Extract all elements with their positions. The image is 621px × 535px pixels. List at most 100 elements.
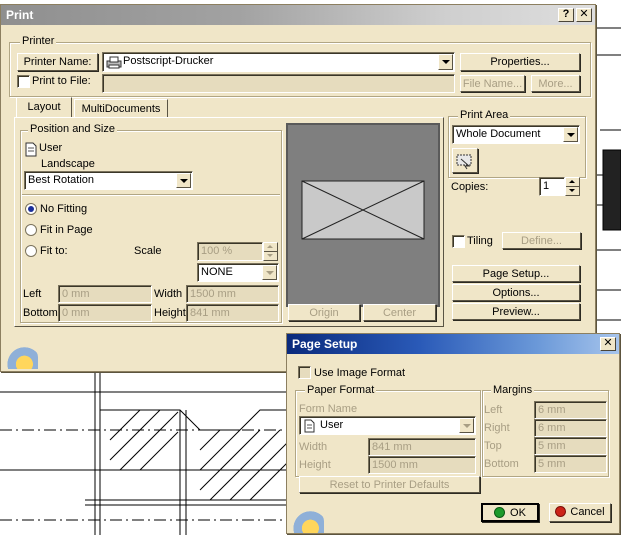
chevron-down-icon[interactable]	[262, 265, 277, 280]
select-area-icon	[456, 154, 472, 170]
print-to-file-checkbox[interactable]	[17, 75, 30, 88]
reset-to-printer-defaults-button[interactable]: Reset to Printer Defaults	[299, 476, 480, 493]
cancel-label: Cancel	[570, 506, 605, 518]
define-button[interactable]: Define...	[502, 232, 581, 249]
app-logo	[4, 345, 38, 369]
chevron-down-icon[interactable]	[438, 54, 453, 70]
bottom-field[interactable]: 0 mm	[58, 304, 152, 322]
fit-to-radio[interactable]	[25, 245, 37, 257]
no-fitting-label: No Fitting	[40, 203, 88, 215]
chevron-down-icon[interactable]	[176, 173, 191, 188]
paper-format-label: Paper Format	[305, 384, 377, 396]
copies-field[interactable]: 1	[539, 177, 565, 196]
print-area-label: Print Area	[458, 109, 511, 121]
spin-down-icon[interactable]	[264, 252, 277, 261]
cancel-button[interactable]: Cancel	[549, 503, 611, 522]
options-button[interactable]: Options...	[452, 284, 580, 301]
width-value: 1500 mm	[190, 288, 236, 300]
paper-width-field[interactable]: 841 mm	[368, 438, 476, 456]
chevron-down-icon[interactable]	[459, 418, 474, 433]
copies-value: 1	[543, 180, 550, 192]
print-to-file-label: Print to File:	[32, 75, 91, 87]
fit-select[interactable]: NONE	[197, 263, 279, 282]
margin-top-field[interactable]: 5 mm	[534, 437, 607, 455]
tab-layout-label: Layout	[27, 101, 61, 113]
margin-left-field[interactable]: 6 mm	[534, 401, 607, 419]
printer-name-value: Postscript-Drucker	[123, 55, 214, 67]
printer-group-label: Printer	[20, 35, 57, 47]
print-dialog-titlebar[interactable]: Print	[1, 5, 595, 25]
tiling-label: Tiling	[467, 235, 493, 247]
use-image-format-checkbox[interactable]	[298, 366, 311, 379]
height-field[interactable]: 841 mm	[186, 304, 279, 322]
margin-left-value: 6 mm	[538, 404, 566, 416]
scale-label: Scale	[134, 245, 162, 257]
print-area-select[interactable]: Whole Document	[452, 125, 580, 144]
spin-up-icon[interactable]	[264, 243, 277, 252]
page-setup-titlebar[interactable]: Page Setup	[287, 334, 619, 354]
file-name-button[interactable]: File Name...	[460, 75, 525, 92]
spin-up-icon[interactable]	[566, 178, 579, 187]
bottom-label: Bottom	[23, 307, 58, 319]
rotation-select[interactable]: Best Rotation	[24, 171, 193, 190]
use-image-format-label: Use Image Format	[314, 367, 406, 379]
page-preview-image	[301, 180, 425, 240]
preview-button[interactable]: Preview...	[452, 303, 580, 320]
orientation-user: User	[39, 142, 63, 154]
width-label: Width	[154, 288, 183, 300]
center-button[interactable]: Center	[363, 304, 436, 321]
page-setup-dialog: Page Setup ✕ Use Image Format Paper Form…	[286, 333, 620, 534]
margin-bottom-label: Bottom	[484, 458, 519, 470]
position-size-label: Position and Size	[28, 123, 117, 135]
left-value: 0 mm	[62, 288, 90, 300]
page-setup-button[interactable]: Page Setup...	[452, 265, 580, 282]
page-preview	[286, 123, 440, 307]
copies-spinner[interactable]	[565, 177, 580, 196]
printer-icon	[106, 56, 122, 69]
form-name-select[interactable]: User	[299, 416, 476, 435]
document-icon	[25, 142, 37, 157]
origin-button[interactable]: Origin	[288, 304, 360, 321]
tiling-checkbox[interactable]	[452, 235, 465, 248]
properties-button[interactable]: Properties...	[460, 53, 580, 71]
more-button[interactable]: More...	[531, 75, 580, 92]
margin-bottom-field[interactable]: 5 mm	[534, 455, 607, 473]
width-field[interactable]: 1500 mm	[186, 285, 279, 303]
tab-layout[interactable]: Layout	[16, 97, 72, 118]
document-icon	[304, 419, 315, 433]
ok-button[interactable]: OK	[481, 503, 539, 522]
tab-multidocuments-label: MultiDocuments	[81, 103, 161, 115]
printer-name-select[interactable]: Postscript-Drucker	[102, 52, 455, 72]
ok-icon	[494, 507, 506, 518]
left-field[interactable]: 0 mm	[58, 285, 152, 303]
orientation-landscape: Landscape	[41, 158, 95, 170]
margin-right-field[interactable]: 6 mm	[534, 419, 607, 437]
ok-label: OK	[510, 507, 526, 519]
margin-bottom-value: 5 mm	[538, 458, 566, 470]
paper-height-value: 1500 mm	[372, 459, 418, 471]
print-dialog-title: Print	[6, 8, 34, 22]
select-area-button[interactable]	[452, 148, 478, 173]
close-icon[interactable]: ✕	[600, 337, 616, 351]
scale-value: 100 %	[201, 245, 233, 257]
margins-label: Margins	[491, 384, 535, 396]
chevron-down-icon[interactable]	[563, 127, 578, 142]
fit-in-page-radio[interactable]	[25, 224, 37, 236]
help-button[interactable]: ?	[558, 8, 574, 22]
scale-spinner[interactable]	[263, 242, 278, 261]
printer-name-button[interactable]: Printer Name:	[17, 53, 98, 71]
paper-height-field[interactable]: 1500 mm	[368, 456, 476, 474]
bottom-value: 0 mm	[62, 307, 90, 319]
margin-right-label: Right	[484, 422, 510, 434]
no-fitting-radio[interactable]	[25, 203, 37, 215]
cancel-icon	[555, 506, 567, 517]
page-setup-title: Page Setup	[292, 337, 358, 351]
spin-down-icon[interactable]	[566, 187, 579, 196]
close-icon[interactable]: ✕	[576, 8, 592, 22]
scale-field[interactable]: 100 %	[197, 242, 263, 261]
file-path-field[interactable]	[102, 74, 455, 93]
form-name-value: User	[320, 419, 344, 431]
tab-multidocuments[interactable]: MultiDocuments	[74, 99, 168, 118]
paper-height-label: Height	[299, 459, 331, 471]
margin-top-label: Top	[484, 440, 502, 452]
